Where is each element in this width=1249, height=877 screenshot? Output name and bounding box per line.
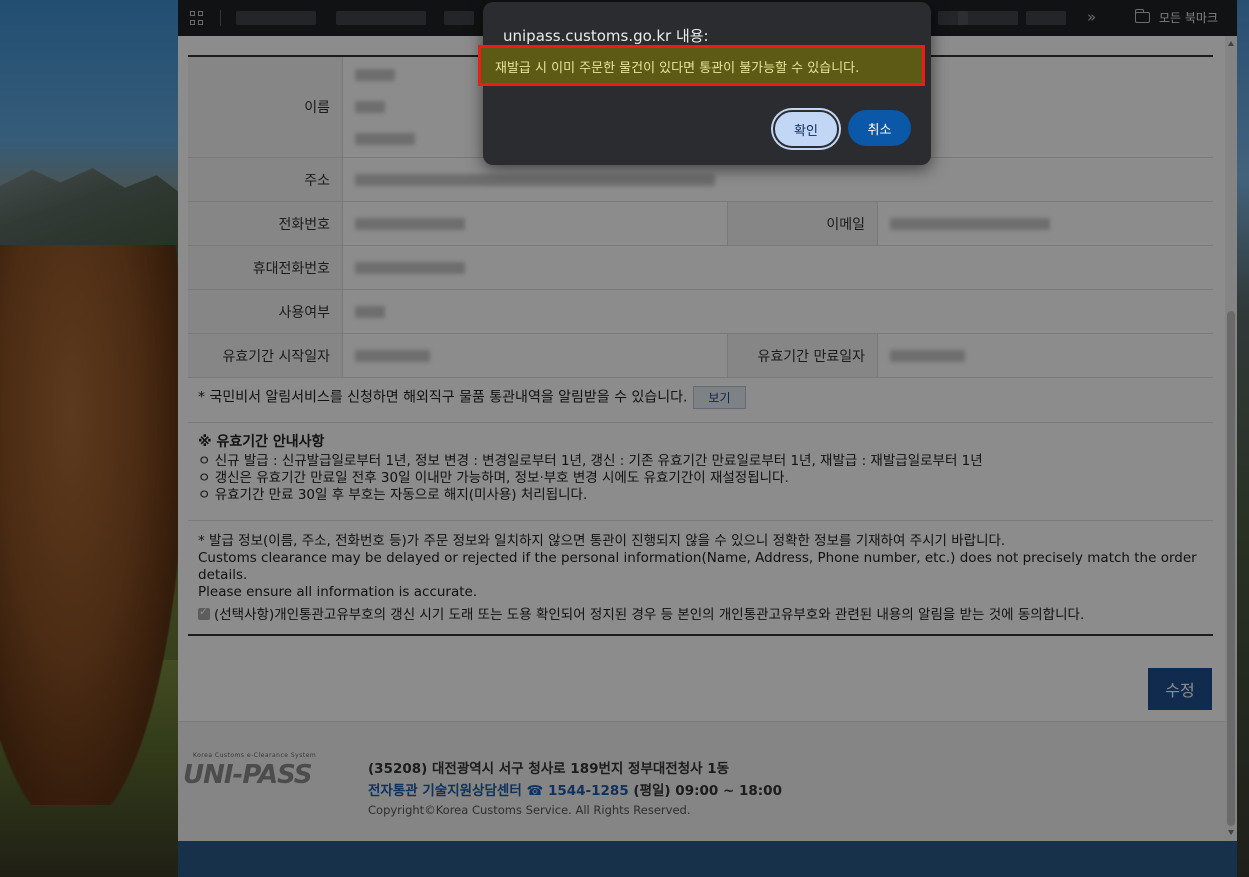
dialog-message: 재발급 시 이미 주문한 물건이 있다면 통관이 불가능할 수 있습니다.: [495, 61, 860, 76]
cancel-button[interactable]: 취소: [848, 110, 911, 146]
ok-button[interactable]: 확인: [773, 110, 839, 148]
dialog-title: unipass.customs.go.kr 내용:: [503, 27, 709, 45]
alert-dialog: unipass.customs.go.kr 내용: 재발급 시 이미 주문한 물…: [478, 2, 931, 165]
dialog-message-highlight: 재발급 시 이미 주문한 물건이 있다면 통관이 불가능할 수 있습니다.: [478, 45, 925, 86]
